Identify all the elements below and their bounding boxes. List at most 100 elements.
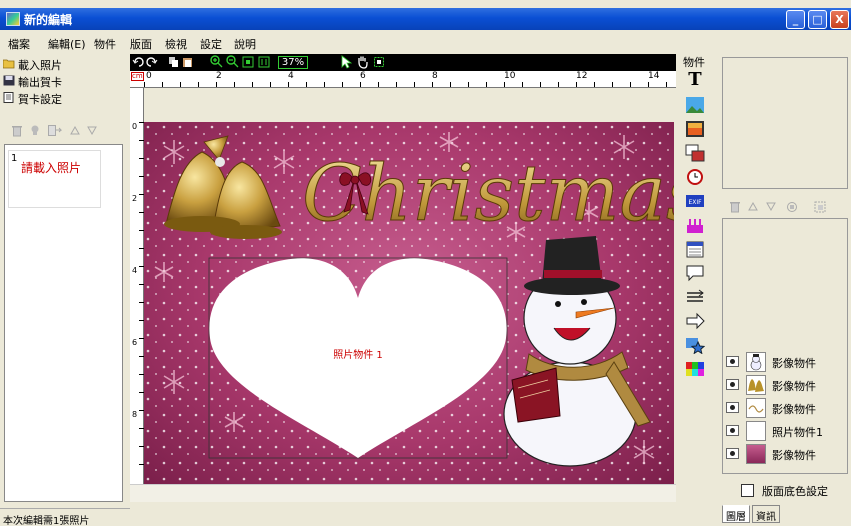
zoom-in-icon[interactable] — [210, 55, 223, 68]
visibility-eye-icon[interactable] — [726, 425, 739, 436]
title-bar: 新的編輯 _ □ X — [0, 8, 851, 30]
menu-help[interactable]: 說明 — [234, 36, 256, 52]
layer-item[interactable]: 影像物件 — [726, 352, 846, 372]
photo-slot-1[interactable]: 1 請載入照片 — [8, 150, 101, 208]
ruler-unit: cm — [131, 72, 144, 81]
calendar-tool[interactable] — [685, 240, 705, 258]
card-commands: 載入照片 輸出賀卡 賀卡設定 — [0, 55, 128, 115]
visibility-eye-icon[interactable] — [726, 379, 739, 390]
layer-thumb-photo — [746, 421, 766, 441]
ruler-mark: 6 — [132, 338, 138, 347]
export-card-command[interactable]: 輸出賀卡 — [18, 74, 62, 90]
delete-layer-icon[interactable] — [730, 201, 740, 213]
layer-name: 影像物件 — [772, 449, 816, 462]
menu-object[interactable]: 物件 — [94, 36, 116, 52]
menu-file[interactable]: 檔案 — [8, 36, 30, 52]
menu-edit[interactable]: 編輯(E) — [48, 36, 86, 52]
zoom-out-icon[interactable] — [226, 55, 239, 68]
layer-lock-icon[interactable] — [786, 201, 798, 213]
layer-name: 照片物件1 — [772, 426, 823, 439]
tools-header: 物件 — [683, 56, 705, 69]
layer-down-icon[interactable] — [766, 202, 776, 211]
layer-thumb-snowman — [746, 352, 766, 372]
actual-size-icon[interactable] — [258, 56, 270, 68]
greeting-card[interactable]: Christmas 照片物件 1 — [144, 122, 674, 484]
star-tool[interactable] — [685, 336, 705, 354]
layer-name: 影像物件 — [772, 357, 816, 370]
photo-slot-number: 1 — [11, 153, 18, 164]
exif-tool[interactable]: EXIF — [685, 192, 705, 210]
load-photo-command[interactable]: 載入照片 — [18, 57, 62, 73]
ruler-mark: 4 — [288, 71, 294, 81]
close-button[interactable]: X — [830, 10, 849, 29]
layer-thumb-background — [746, 444, 766, 464]
tab-info[interactable]: 資訊 — [752, 505, 780, 523]
bg-color-checkbox[interactable] — [741, 484, 754, 497]
ruler-mark: 8 — [132, 410, 138, 419]
select-pointer-icon[interactable] — [340, 55, 352, 69]
editor-toolbar — [130, 54, 676, 71]
layer-item[interactable]: 影像物件 — [726, 398, 846, 418]
object-tools: 物件 T EXIF — [680, 52, 718, 472]
ruler-mark: 10 — [504, 71, 516, 81]
ruler-mark: 0 — [132, 122, 138, 131]
layer-up-icon[interactable] — [748, 202, 758, 211]
cake-tool[interactable] — [685, 216, 705, 234]
undo-icon[interactable] — [132, 56, 144, 68]
color-tool[interactable] — [685, 360, 705, 378]
paste-icon[interactable] — [182, 56, 194, 68]
menu-view[interactable]: 檢視 — [165, 36, 187, 52]
layer-toolbar — [730, 200, 840, 214]
ruler-mark: 0 — [146, 71, 152, 81]
marquee-select-icon[interactable] — [373, 56, 385, 68]
app-icon — [6, 12, 20, 26]
move-down-icon[interactable] — [87, 126, 97, 135]
layer-name: 影像物件 — [772, 403, 816, 416]
layer-properties-icon[interactable] — [814, 201, 826, 213]
delete-icon[interactable] — [12, 125, 22, 137]
layer-item[interactable]: 照片物件1 — [726, 421, 846, 441]
visibility-eye-icon[interactable] — [726, 448, 739, 459]
card-settings-command[interactable]: 賀卡設定 — [18, 91, 62, 107]
menu-bar: 檔案 編輯(E) 物件 版面 檢視 設定 說明 — [0, 33, 851, 51]
card-decoration: Christmas 照片物件 1 — [144, 122, 674, 484]
menu-settings[interactable]: 設定 — [200, 36, 222, 52]
ruler-mark: 8 — [432, 71, 438, 81]
tab-layers[interactable]: 圖層 — [722, 505, 750, 523]
photo-tool[interactable] — [685, 120, 705, 138]
line-tool[interactable] — [685, 288, 705, 306]
frame-tool[interactable] — [685, 144, 705, 162]
ruler-mark: 2 — [216, 71, 222, 81]
visibility-eye-icon[interactable] — [726, 402, 739, 413]
horizontal-scrollbar[interactable] — [130, 484, 676, 502]
bg-color-setting-label: 版面底色設定 — [762, 485, 828, 498]
preview-panel — [722, 57, 848, 189]
arrow-tool[interactable] — [685, 312, 705, 330]
layer-item[interactable]: 影像物件 — [726, 375, 846, 395]
text-tool[interactable]: T — [685, 71, 705, 89]
layer-thumb-bells — [746, 375, 766, 395]
move-up-icon[interactable] — [70, 126, 80, 135]
layer-item[interactable]: 影像物件 — [726, 444, 846, 464]
fit-page-icon[interactable] — [242, 56, 254, 68]
vertical-ruler: 0 2 4 6 8 — [130, 88, 144, 484]
menu-layout[interactable]: 版面 — [130, 36, 152, 52]
zoom-level[interactable]: 37% — [278, 56, 308, 69]
visibility-eye-icon[interactable] — [726, 356, 739, 367]
maximize-button[interactable]: □ — [808, 10, 827, 29]
clock-tool[interactable] — [685, 168, 705, 186]
copy-icon[interactable] — [168, 56, 180, 68]
layer-thumb-christmas-text — [746, 398, 766, 418]
speech-bubble-tool[interactable] — [685, 264, 705, 282]
ruler-mark: 2 — [132, 194, 138, 203]
ruler-mark: 4 — [132, 266, 138, 275]
open-folder-icon — [3, 59, 15, 69]
stamp-icon[interactable] — [30, 125, 40, 136]
hand-pan-icon[interactable] — [356, 55, 369, 69]
import-icon[interactable] — [48, 125, 62, 136]
minimize-button[interactable]: _ — [786, 10, 805, 29]
redo-icon[interactable] — [146, 56, 158, 68]
window-title: 新的編輯 — [24, 13, 73, 27]
layer-name: 影像物件 — [772, 380, 816, 393]
image-tool[interactable] — [685, 96, 705, 114]
